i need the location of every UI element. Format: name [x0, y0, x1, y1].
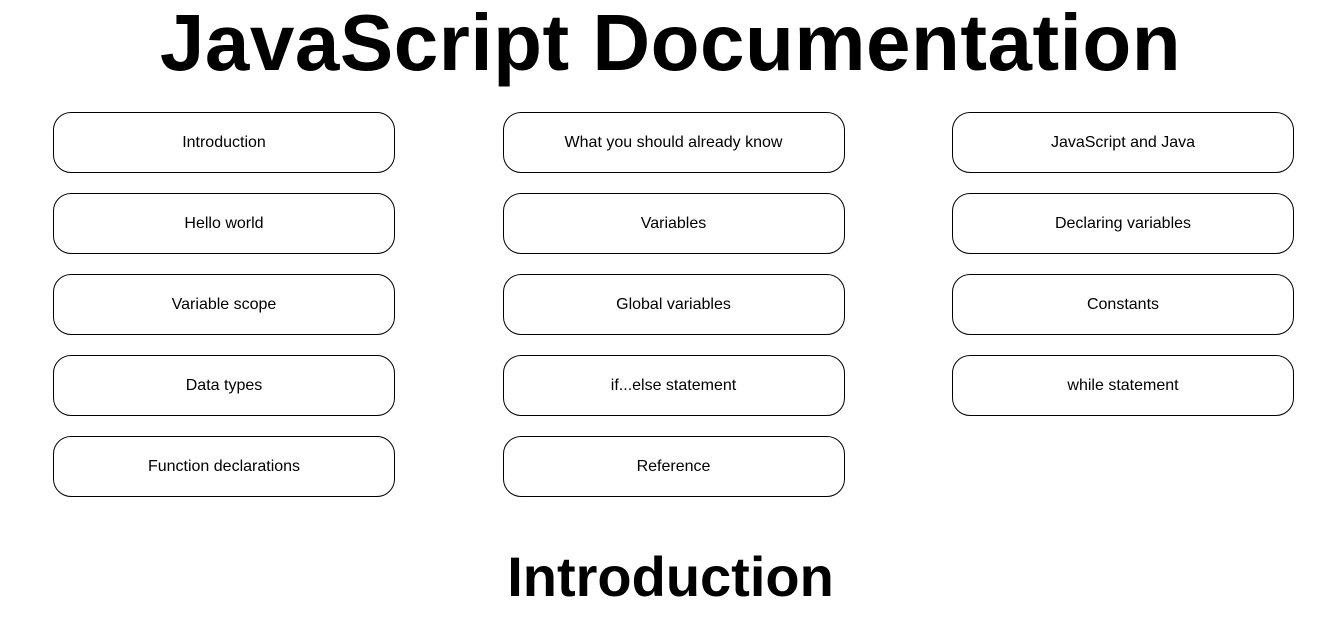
nav-button-global-variables[interactable]: Global variables: [502, 274, 845, 335]
nav-button-while-statement[interactable]: while statement: [952, 355, 1294, 416]
nav-button-what-you-should-already-know[interactable]: What you should already know: [502, 112, 845, 173]
page: JavaScript Documentation Introduction Wh…: [0, 0, 1341, 620]
nav-grid: Introduction What you should already kno…: [53, 112, 1294, 497]
nav-button-variables[interactable]: Variables: [502, 193, 845, 254]
nav-button-javascript-and-java[interactable]: JavaScript and Java: [952, 112, 1294, 173]
nav-button-if-else-statement[interactable]: if...else statement: [502, 355, 845, 416]
nav-button-reference[interactable]: Reference: [502, 436, 845, 497]
nav-button-introduction[interactable]: Introduction: [53, 112, 395, 173]
nav-button-declaring-variables[interactable]: Declaring variables: [952, 193, 1294, 254]
nav-button-variable-scope[interactable]: Variable scope: [53, 274, 395, 335]
nav-button-data-types[interactable]: Data types: [53, 355, 395, 416]
page-title: JavaScript Documentation: [159, 0, 1182, 87]
nav-button-hello-world[interactable]: Hello world: [53, 193, 395, 254]
section-title: Introduction: [507, 545, 834, 608]
nav-button-constants[interactable]: Constants: [952, 274, 1294, 335]
nav-button-function-declarations[interactable]: Function declarations: [53, 436, 395, 497]
